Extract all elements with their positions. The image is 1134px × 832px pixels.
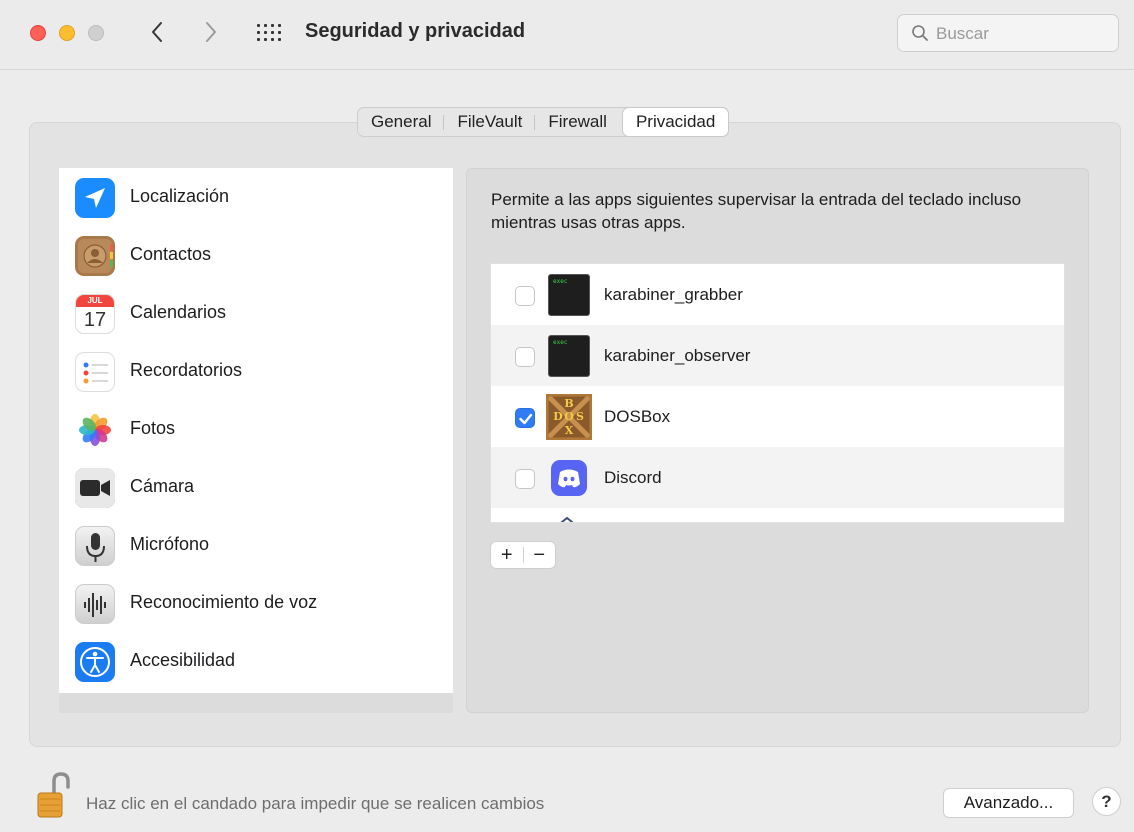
- svg-text:X: X: [565, 424, 574, 437]
- category-label: Localización: [130, 186, 230, 206]
- app-list[interactable]: exec karabiner_grabber exec karabiner_ob…: [490, 263, 1065, 523]
- exec-terminal-icon: exec: [548, 335, 590, 377]
- category-item-reconocimiento-de-voz[interactable]: Reconocimiento de voz: [59, 574, 453, 632]
- exec-label: exec: [553, 278, 568, 285]
- category-label: Fotos: [130, 418, 176, 438]
- app-row-dosbox[interactable]: BDOSX DOSBox: [491, 386, 1064, 447]
- category-item-localizacion[interactable]: Localización: [59, 168, 453, 226]
- remove-button[interactable]: −: [523, 542, 555, 568]
- category-item-fotos[interactable]: Fotos: [59, 400, 453, 458]
- category-list-footer: [59, 693, 453, 713]
- location-icon: [75, 178, 115, 218]
- category-label: Calendarios: [130, 302, 227, 322]
- partial-app-icon: [560, 516, 574, 522]
- title-bar: Seguridad y privacidad: [0, 0, 1134, 70]
- privacy-category-list[interactable]: Localización Contactos JUL 17 Calendario…: [59, 168, 453, 713]
- lock-status-text: Haz clic en el candado para impedir que …: [86, 794, 545, 813]
- reminders-icon: [75, 352, 115, 392]
- add-button[interactable]: +: [491, 542, 523, 568]
- app-checkbox[interactable]: [515, 347, 535, 367]
- tab-filevault[interactable]: FileVault: [444, 108, 536, 136]
- category-label: Contactos: [130, 244, 212, 264]
- privacy-description: Permite a las apps siguientes supervisar…: [491, 190, 1022, 232]
- svg-text:S: S: [576, 410, 584, 423]
- help-button[interactable]: ?: [1092, 787, 1121, 816]
- unlocked-padlock-icon[interactable]: [36, 771, 72, 824]
- category-label: Reconocimiento de voz: [130, 592, 318, 612]
- search-field[interactable]: [897, 14, 1119, 52]
- category-label: Accesibilidad: [130, 650, 236, 670]
- svg-text:O: O: [564, 410, 574, 423]
- microphone-icon: [75, 526, 115, 566]
- back-button[interactable]: [143, 16, 171, 48]
- category-item-microfono[interactable]: Micrófono: [59, 516, 453, 574]
- chevron-left-icon: [152, 22, 162, 42]
- category-item-accesibilidad[interactable]: Accesibilidad: [59, 632, 453, 690]
- calendar-day: 17: [83, 309, 107, 331]
- category-item-recordatorios[interactable]: Recordatorios: [59, 342, 453, 400]
- category-item-camara[interactable]: Cámara: [59, 458, 453, 516]
- window-title: Seguridad y privacidad: [305, 20, 526, 42]
- svg-text:B: B: [564, 397, 573, 410]
- category-item-contactos[interactable]: Contactos: [59, 226, 453, 284]
- category-item-calendarios[interactable]: JUL 17 Calendarios: [59, 284, 453, 342]
- discord-icon: [548, 457, 590, 499]
- exec-terminal-icon: exec: [548, 274, 590, 316]
- category-label: Cámara: [130, 476, 195, 496]
- app-row-discord[interactable]: Discord: [491, 447, 1064, 508]
- app-name: Discord: [604, 468, 662, 487]
- chevron-right-icon: [206, 22, 216, 42]
- accessibility-icon: [75, 642, 115, 682]
- app-name: karabiner_grabber: [604, 285, 743, 304]
- show-all-grid-icon[interactable]: [257, 24, 281, 42]
- search-icon: [912, 25, 928, 41]
- close-button[interactable]: [30, 25, 46, 41]
- zoom-button[interactable]: [88, 25, 104, 41]
- dosbox-icon: BDOSX: [546, 394, 592, 440]
- add-remove-control: + −: [490, 541, 556, 569]
- advanced-button[interactable]: Avanzado...: [943, 788, 1074, 818]
- camera-icon: [75, 468, 115, 508]
- forward-button[interactable]: [197, 16, 225, 48]
- tab-privacidad[interactable]: Privacidad: [622, 108, 729, 136]
- app-name: karabiner_observer: [604, 346, 751, 365]
- app-row-karabiner-observer[interactable]: exec karabiner_observer: [491, 325, 1064, 386]
- speech-recognition-icon: [75, 584, 115, 624]
- app-checkbox[interactable]: [515, 408, 535, 428]
- app-checkbox[interactable]: [515, 469, 535, 489]
- exec-label: exec: [553, 339, 568, 346]
- search-input[interactable]: [936, 23, 1106, 45]
- category-label: Recordatorios: [130, 360, 243, 380]
- svg-text:D: D: [553, 410, 563, 423]
- tab-general[interactable]: General: [358, 108, 445, 136]
- calendar-month: JUL: [76, 295, 114, 307]
- calendar-icon: JUL 17: [75, 294, 115, 334]
- category-label: Micrófono: [130, 534, 210, 554]
- contacts-icon: [75, 236, 115, 276]
- app-checkbox[interactable]: [515, 286, 535, 306]
- tab-firewall[interactable]: Firewall: [535, 108, 620, 136]
- photos-icon: [75, 410, 115, 450]
- tab-bar: General FileVault Firewall Privacidad: [357, 107, 730, 137]
- app-row-karabiner-grabber[interactable]: exec karabiner_grabber: [491, 264, 1064, 325]
- app-row-partial[interactable]: [491, 508, 1064, 522]
- checkmark-icon: [519, 413, 533, 425]
- minimize-button[interactable]: [59, 25, 75, 41]
- app-name: DOSBox: [604, 407, 671, 426]
